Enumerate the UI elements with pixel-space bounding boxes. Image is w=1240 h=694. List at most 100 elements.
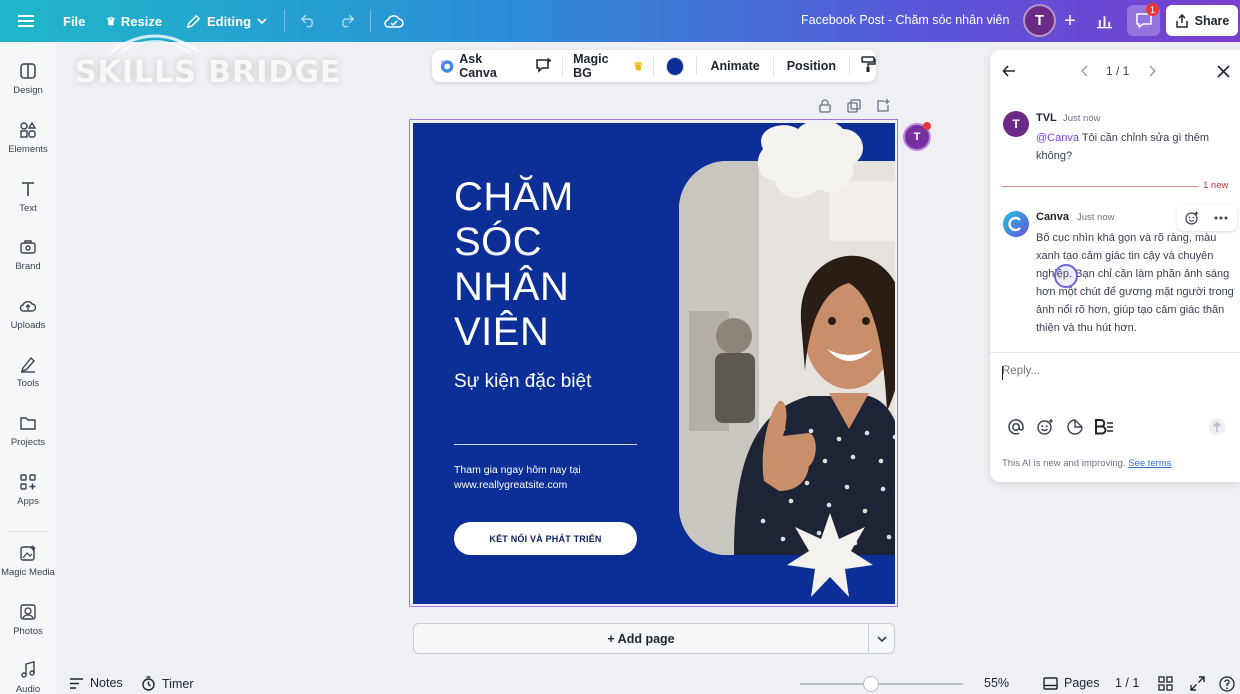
sidebar-item-label: Elements xyxy=(8,144,48,155)
share-label: Share xyxy=(1194,13,1230,28)
more-options-icon[interactable] xyxy=(1214,216,1228,220)
ask-canva-button[interactable]: Ask Canva xyxy=(440,52,520,80)
comment-time: Just now xyxy=(1077,212,1115,223)
elements-icon xyxy=(20,121,37,138)
undo-icon[interactable] xyxy=(300,0,317,42)
animate-button[interactable]: Animate xyxy=(710,59,759,73)
sidebar-item-apps[interactable]: Apps xyxy=(0,473,56,507)
insights-chart-icon[interactable] xyxy=(1088,5,1121,36)
send-icon[interactable] xyxy=(1208,418,1226,436)
woman-thumbs-up-photo[interactable] xyxy=(679,161,895,555)
upload-cloud-icon xyxy=(19,300,37,312)
sidebar-item-brand[interactable]: Brand xyxy=(0,238,56,272)
canva-ai-icon xyxy=(440,59,454,73)
lock-icon[interactable] xyxy=(818,99,832,113)
sidebar-item-design[interactable]: Design xyxy=(0,62,56,96)
position-button[interactable]: Position xyxy=(787,59,836,73)
divider xyxy=(370,10,371,32)
divider xyxy=(696,57,698,75)
notes-icon xyxy=(70,677,83,689)
canva-ai-avatar xyxy=(1003,211,1029,242)
mention-link[interactable]: @Canva xyxy=(1036,132,1079,144)
chevron-down-icon[interactable] xyxy=(870,624,894,653)
fullscreen-icon[interactable] xyxy=(1190,676,1205,691)
left-sidebar: Design Elements Text Brand Uploads Tools… xyxy=(0,42,56,694)
divider xyxy=(653,57,655,75)
crown-icon: ♛ xyxy=(633,60,644,73)
new-divider xyxy=(1002,186,1198,187)
photo-icon xyxy=(20,604,36,620)
design-info[interactable]: Tham gia ngay hôm nay tại www.reallygrea… xyxy=(454,463,581,493)
see-terms-link[interactable]: See terms xyxy=(1128,458,1171,469)
reply-input[interactable] xyxy=(1002,365,1222,377)
next-comment-icon[interactable] xyxy=(1147,65,1157,80)
back-arrow-icon[interactable] xyxy=(1002,64,1016,81)
paint-roller-icon[interactable] xyxy=(860,56,876,76)
share-upload-icon xyxy=(1175,13,1188,28)
sidebar-item-magic-media[interactable]: Magic Media xyxy=(0,544,56,578)
duplicate-icon[interactable] xyxy=(847,99,861,113)
decorative-star-shape[interactable] xyxy=(787,513,873,599)
decorative-blob-shape[interactable] xyxy=(753,123,868,203)
help-icon[interactable] xyxy=(1219,676,1235,692)
pages-button[interactable]: Pages xyxy=(1043,676,1099,690)
share-button[interactable]: Share xyxy=(1166,5,1238,36)
sidebar-item-projects[interactable]: Projects xyxy=(0,414,56,448)
sidebar-item-elements[interactable]: Elements xyxy=(0,121,56,155)
document-title[interactable]: Facebook Post - Chăm sóc nhân viên xyxy=(801,13,1009,27)
cloud-saved-icon[interactable] xyxy=(384,0,404,42)
zoom-level[interactable]: 55% xyxy=(984,676,1009,690)
comment-actions xyxy=(1177,205,1237,231)
add-reaction-icon[interactable] xyxy=(1185,211,1199,225)
sticker-icon[interactable] xyxy=(1066,418,1084,436)
design-canvas[interactable]: CHĂM SÓC NHÂN VIÊN Sự kiện đặc biệt Tham… xyxy=(413,123,895,604)
zoom-slider-handle[interactable] xyxy=(863,676,879,692)
watermark-arc-icon xyxy=(110,34,200,54)
comments-panel: 1 / 1 T TVL Just now @Canva Tôi cần chỉn… xyxy=(990,50,1240,482)
sidebar-item-uploads[interactable]: Uploads xyxy=(0,297,56,331)
sidebar-item-photos[interactable]: Photos xyxy=(0,603,56,637)
add-page-button[interactable]: + Add page xyxy=(414,624,868,653)
magic-media-icon xyxy=(20,545,36,561)
reply-area: This AI is new and improving. See terms xyxy=(990,352,1240,482)
mention-at-icon[interactable] xyxy=(1007,418,1025,436)
sidebar-item-text[interactable]: Text xyxy=(0,180,56,214)
magic-bg-button[interactable]: Magic BG ♛ xyxy=(573,52,643,80)
sidebar-item-label: Magic Media xyxy=(1,567,55,578)
emoji-icon[interactable] xyxy=(1036,418,1054,436)
apps-grid-icon xyxy=(20,474,36,490)
redo-icon[interactable] xyxy=(338,0,355,42)
watermark-logo: SKILLS BRIDGE xyxy=(75,55,342,90)
previous-comment-icon[interactable] xyxy=(1080,65,1090,80)
timer-button[interactable]: Timer xyxy=(141,676,193,691)
design-divider-line[interactable] xyxy=(454,444,637,445)
design-icon xyxy=(20,63,36,79)
ai-edit-icon[interactable] xyxy=(534,57,552,76)
add-collaborator-button[interactable]: + xyxy=(1058,9,1082,33)
sidebar-item-label: Design xyxy=(13,85,43,96)
comment-avatar: T xyxy=(1003,111,1029,137)
file-menu[interactable]: File xyxy=(63,0,85,42)
color-swatch[interactable] xyxy=(666,56,685,76)
sidebar-item-label: Brand xyxy=(15,261,41,272)
sidebar-item-label: Tools xyxy=(16,378,40,389)
sidebar-item-label: Apps xyxy=(17,496,39,507)
design-cta-button[interactable]: KẾT NỐI VÀ PHÁT TRIỂN xyxy=(454,522,637,555)
design-subtitle[interactable]: Sự kiện đặc biệt xyxy=(454,371,591,393)
user-avatar[interactable]: T xyxy=(1023,4,1056,37)
zoom-slider-track[interactable] xyxy=(800,683,963,685)
text-format-icon[interactable] xyxy=(1094,418,1114,436)
sidebar-item-audio[interactable]: Audio xyxy=(0,661,56,694)
tools-pen-icon xyxy=(20,356,35,373)
close-icon[interactable] xyxy=(1217,65,1230,81)
design-title[interactable]: CHĂM SÓC NHÂN VIÊN xyxy=(454,175,654,355)
add-page-icon[interactable] xyxy=(876,99,890,113)
text-icon xyxy=(22,182,34,196)
comment-author: Canva xyxy=(1036,211,1070,223)
menu-icon[interactable] xyxy=(18,0,34,42)
notes-button[interactable]: Notes xyxy=(69,676,123,690)
grid-view-icon[interactable] xyxy=(1158,676,1173,691)
context-toolbar: Ask Canva Magic BG ♛ Animate Position xyxy=(432,50,876,82)
sidebar-item-tools[interactable]: Tools xyxy=(0,355,56,389)
divider xyxy=(562,57,564,75)
